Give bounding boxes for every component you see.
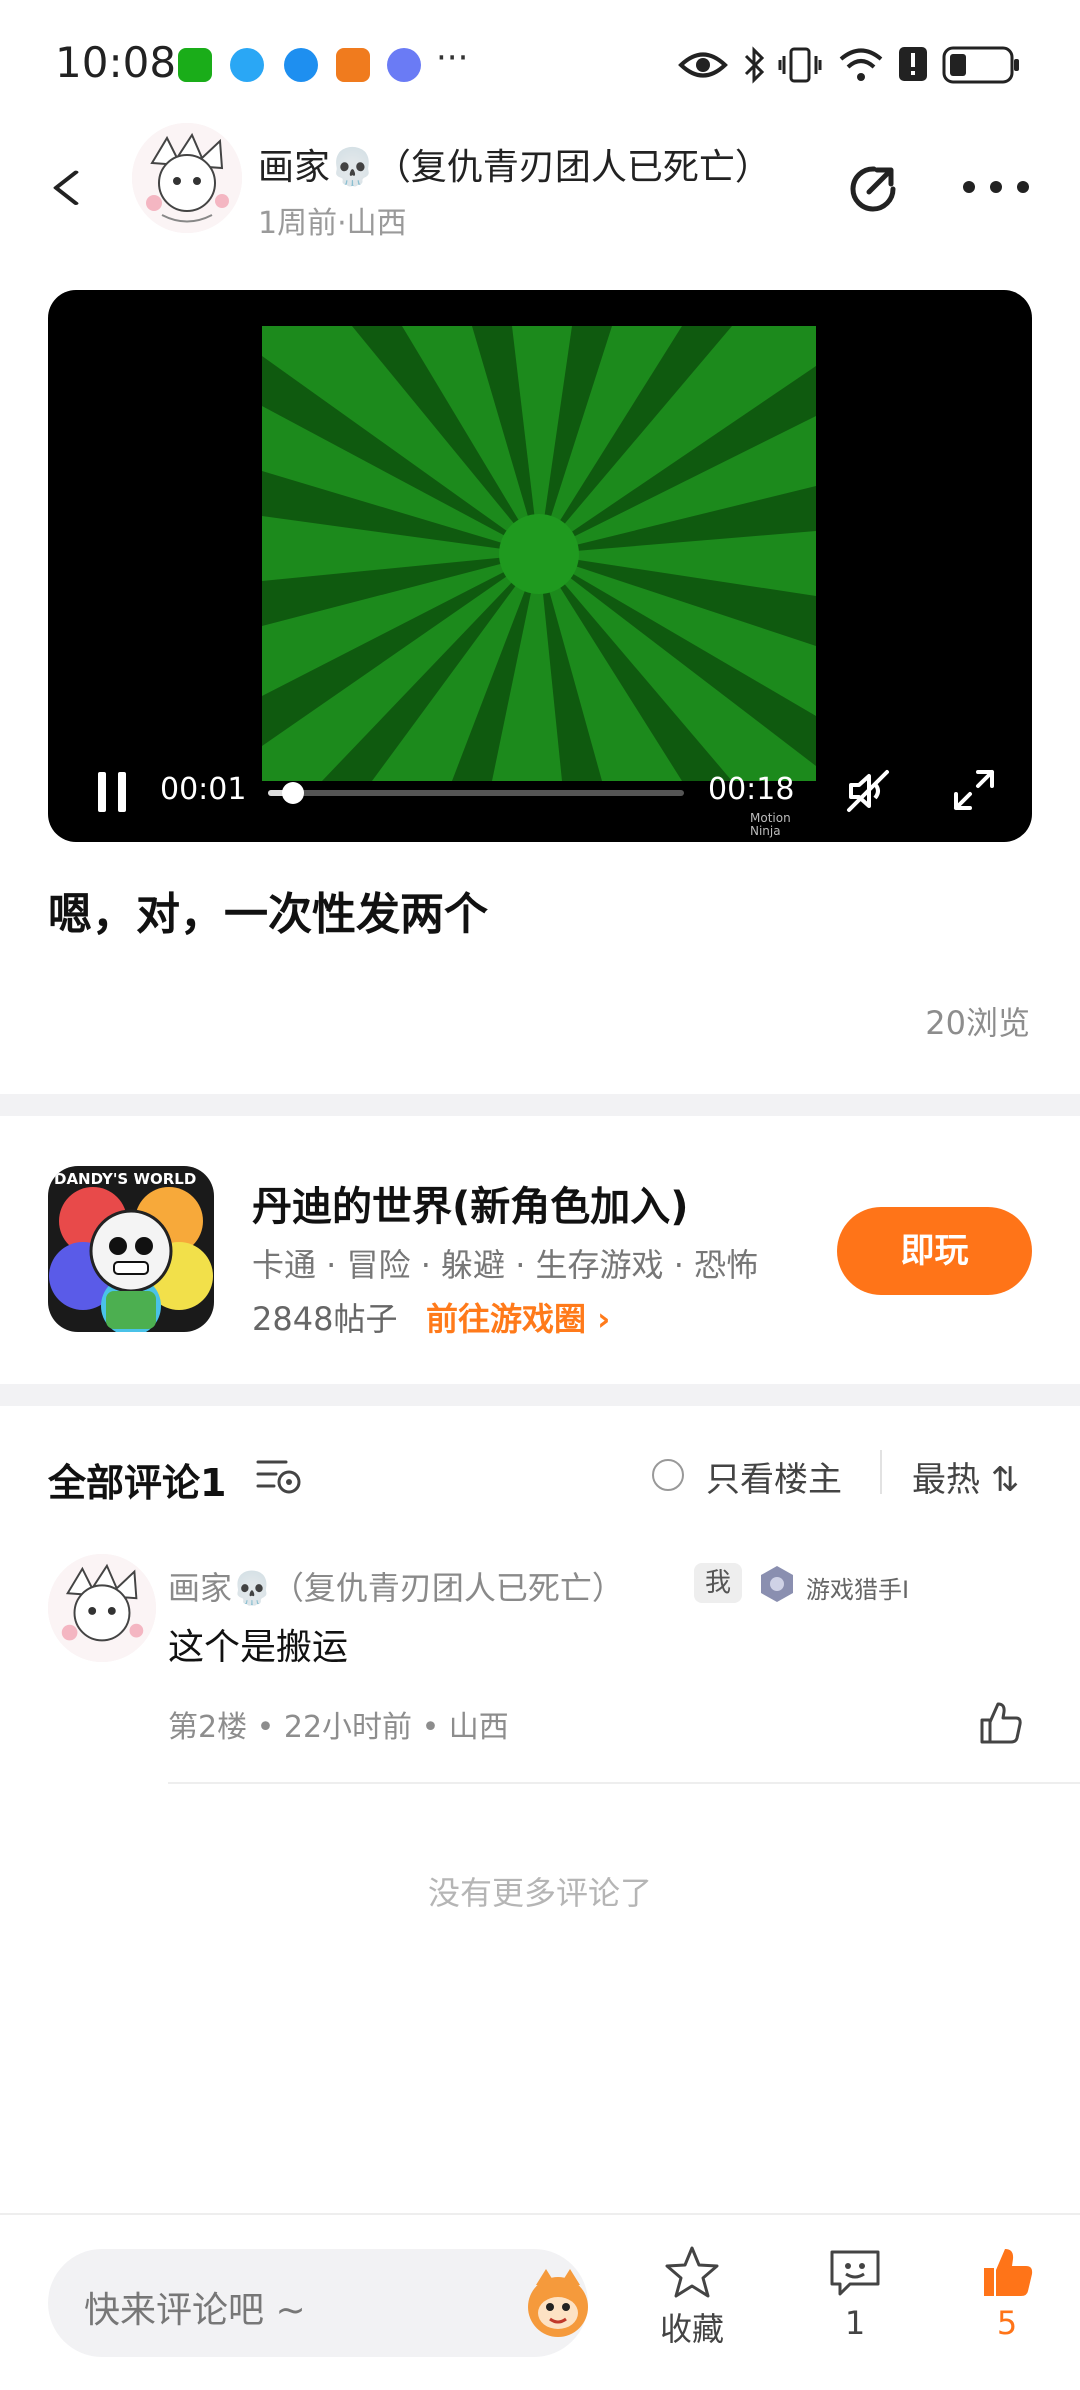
status-time: 10:08: [55, 38, 177, 87]
sort-toggle[interactable]: 最热 ⇅: [912, 1452, 1019, 1501]
section-divider: [0, 1384, 1080, 1406]
comments-title: 全部评论1: [48, 1461, 227, 1505]
share-icon[interactable]: [843, 158, 905, 220]
video-player[interactable]: 00:01 00:18 Motion Ninja: [48, 290, 1032, 842]
thumbs-up-icon[interactable]: [978, 1700, 1024, 1746]
avatar-art-icon: [132, 123, 242, 233]
game-icon-text: DANDY'S WORLD: [54, 1170, 197, 1188]
fullscreen-icon[interactable]: [952, 768, 996, 812]
mascot-emoji-icon[interactable]: [518, 2263, 598, 2343]
progress-bar[interactable]: [268, 782, 684, 804]
post-meta: 1周前·山西: [258, 206, 407, 241]
browser-icon: [284, 48, 318, 82]
only-op-label[interactable]: 只看楼主: [706, 1452, 842, 1501]
game-icon[interactable]: DANDY'S WORLD: [48, 1166, 214, 1332]
current-time: 00:01: [160, 772, 247, 807]
vibrate-icon: [778, 47, 822, 83]
eye-icon: [678, 52, 728, 78]
section-divider: [0, 1094, 1080, 1116]
like-count: 5: [996, 2304, 1018, 2342]
comment-input-placeholder: 快来评论吧 ~: [84, 2290, 306, 2331]
duration: 00:18: [708, 772, 795, 807]
app-icon: [336, 48, 370, 82]
post-author-title[interactable]: 画家💀（复仇青刃团人已死亡）: [258, 138, 778, 190]
thumbs-up-filled-icon: [984, 2249, 1033, 2296]
video-frame: [262, 326, 816, 781]
progress-knob[interactable]: [281, 782, 304, 804]
avatar-art-icon: [48, 1554, 156, 1662]
game-tags: 卡通 · 冒险 · 躲避 · 生存游戏 · 恐怖: [252, 1246, 759, 1284]
hunter-badge-icon: [761, 1566, 793, 1602]
game-circle-link[interactable]: 前往游戏圈 ›: [426, 1294, 610, 1340]
pause-icon[interactable]: [98, 772, 126, 812]
comment-text: 这个是搬运: [168, 1627, 349, 1668]
divider: [880, 1450, 882, 1494]
music-icon: [387, 48, 421, 82]
comment-filter-icon[interactable]: [256, 1456, 304, 1496]
video-watermark: Motion Ninja: [750, 811, 791, 838]
comment-input[interactable]: 快来评论吧 ~: [48, 2249, 588, 2357]
comment-bubble-icon: [830, 2250, 880, 2296]
favorite-label: 收藏: [659, 2310, 724, 2348]
commenter-name[interactable]: 画家💀（复仇青刃团人已死亡）: [168, 1563, 624, 1609]
bluetooth-icon: [744, 46, 765, 84]
commenter-avatar[interactable]: [48, 1554, 156, 1662]
game-post-count: 2848帖子: [252, 1300, 398, 1338]
star-icon: [665, 2246, 719, 2298]
favorite-button[interactable]: 收藏: [632, 2244, 752, 2350]
view-count: 20浏览: [925, 1004, 1030, 1042]
wechat-icon: [178, 48, 212, 82]
alert-icon: [899, 47, 927, 81]
post-text: 嗯，对，一次性发两个: [48, 889, 488, 940]
status-overflow: ···: [436, 38, 469, 78]
title-badge: 游戏猎手I: [806, 1576, 910, 1604]
more-options-icon[interactable]: [962, 180, 1030, 194]
comment-count: 1: [844, 2304, 866, 2342]
game-flower-icon: [48, 1166, 214, 1332]
battery-icon: [942, 46, 1019, 84]
play-button[interactable]: 即玩: [837, 1207, 1032, 1295]
only-op-radio[interactable]: [652, 1459, 684, 1491]
wifi-icon: [839, 48, 883, 81]
comment-meta: 第2楼 • 22小时前 • 山西: [168, 1710, 509, 1745]
mute-icon[interactable]: [845, 768, 891, 814]
comment-button[interactable]: 1: [795, 2244, 915, 2342]
browser-icon: [230, 48, 264, 82]
like-button[interactable]: 5: [947, 2244, 1067, 2342]
game-title[interactable]: 丹迪的世界(新角色加入): [252, 1174, 689, 1232]
author-avatar[interactable]: [132, 123, 242, 233]
me-badge: 我: [694, 1563, 742, 1603]
back-arrow-icon[interactable]: [50, 160, 84, 216]
no-more-comments: 没有更多评论了: [427, 1874, 652, 1912]
comment-divider: [168, 1782, 1080, 1784]
